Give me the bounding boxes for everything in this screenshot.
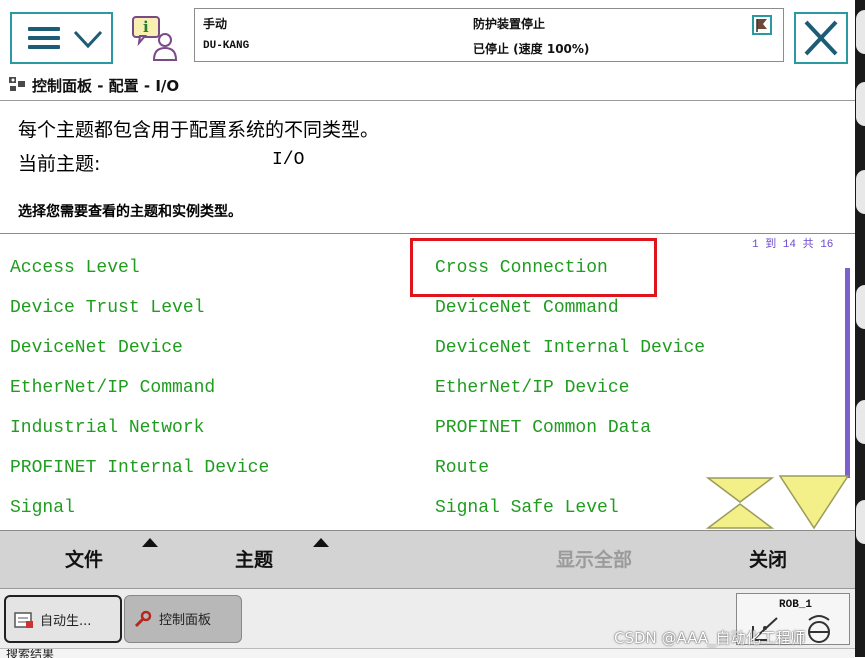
event-info-icon[interactable]: i: [130, 14, 182, 62]
watermark: CSDN @AAA_自动化工程师: [614, 629, 806, 647]
device-edge-button: [856, 500, 865, 544]
control-panel-icon: [9, 77, 25, 91]
menu-up-arrow-icon: [142, 538, 158, 547]
svg-text:i: i: [143, 18, 149, 36]
list-item-route[interactable]: Route: [435, 458, 489, 478]
list-item-devicenet-device[interactable]: DeviceNet Device: [10, 338, 183, 358]
top-status-bar: i 手动 DU-KANG 防护装置停止 已停止 (速度 100%): [0, 0, 855, 69]
current-topic-value: I/O: [272, 150, 305, 170]
highlight-box: [410, 238, 657, 297]
topic-description: 每个主题都包含用于配置系统的不同类型。: [18, 119, 380, 141]
list-item-device-trust-level[interactable]: Device Trust Level: [10, 298, 204, 318]
run-status: 已停止 (速度 100%): [473, 42, 590, 56]
close-button[interactable]: [794, 12, 848, 64]
menu-up-arrow-icon: [313, 538, 329, 547]
breadcrumb-text: 控制面板 - 配置 - I/O: [32, 77, 180, 95]
breadcrumb: 控制面板 - 配置 - I/O: [0, 68, 855, 101]
device-edge-button: [856, 10, 865, 54]
device-edge-button: [856, 285, 865, 329]
task-control-panel[interactable]: 控制面板: [124, 595, 242, 643]
device-edge-button: [856, 170, 865, 214]
scrollbar[interactable]: [845, 268, 850, 478]
list-item-devicenet-command[interactable]: DeviceNet Command: [435, 298, 619, 318]
page-down-icon[interactable]: [778, 474, 850, 530]
show-all-button[interactable]: 显示全部: [556, 545, 632, 572]
type-list: 1 到 14 共 16 Access Level Cross Connectio…: [0, 233, 855, 531]
page-up-icon[interactable]: [704, 474, 776, 530]
list-item-signal-safe-level[interactable]: Signal Safe Level: [435, 498, 619, 518]
current-topic-label: 当前主题:: [18, 153, 101, 175]
device-edge-button: [856, 82, 865, 126]
status-panel[interactable]: 手动 DU-KANG 防护装置停止 已停止 (速度 100%): [194, 8, 784, 62]
list-item-ethernetip-device[interactable]: EtherNet/IP Device: [435, 378, 629, 398]
auto-production-icon: [14, 612, 33, 628]
command-bar: 文件 主题 显示全部 关闭: [0, 530, 855, 589]
file-menu-button[interactable]: 文件: [65, 545, 103, 572]
list-item-ethernetip-command[interactable]: EtherNet/IP Command: [10, 378, 215, 398]
safety-status: 防护装置停止: [473, 17, 546, 31]
list-item-signal[interactable]: Signal: [10, 498, 75, 518]
close-view-button[interactable]: 关闭: [749, 545, 787, 572]
mode-label: 手动: [203, 17, 228, 31]
pager-text: 1 到 14 共 16: [752, 239, 834, 251]
wrench-icon: [134, 610, 152, 628]
task-control-panel-label: 控制面板: [159, 613, 212, 628]
list-item-industrial-network[interactable]: Industrial Network: [10, 418, 204, 438]
device-edge-button: [856, 400, 865, 444]
rob-label: ROB_1: [779, 599, 813, 611]
list-item-profinet-internal-device[interactable]: PROFINET Internal Device: [10, 458, 269, 478]
controller-name: DU-KANG: [203, 40, 250, 52]
selection-hint: 选择您需要查看的主题和实例类型。: [18, 204, 242, 220]
close-icon: [804, 20, 838, 56]
list-item-devicenet-internal-device[interactable]: DeviceNet Internal Device: [435, 338, 705, 358]
list-item-access-level[interactable]: Access Level: [10, 258, 140, 278]
hamburger-menu-icon: [28, 27, 60, 49]
status-flag-icon: [752, 15, 772, 35]
topic-info: 每个主题都包含用于配置系统的不同类型。 当前主题: I/O: [0, 101, 855, 205]
chevron-down-icon: [73, 30, 103, 49]
main-menu-button[interactable]: [10, 12, 113, 64]
list-item-profinet-common-data[interactable]: PROFINET Common Data: [435, 418, 651, 438]
task-auto-production[interactable]: 自动生...: [4, 595, 122, 643]
task-auto-label: 自动生...: [40, 614, 92, 629]
topic-menu-button[interactable]: 主题: [235, 545, 273, 572]
flexpendant-screen: i 手动 DU-KANG 防护装置停止 已停止 (速度 100%) 控制面板 -…: [0, 0, 855, 658]
